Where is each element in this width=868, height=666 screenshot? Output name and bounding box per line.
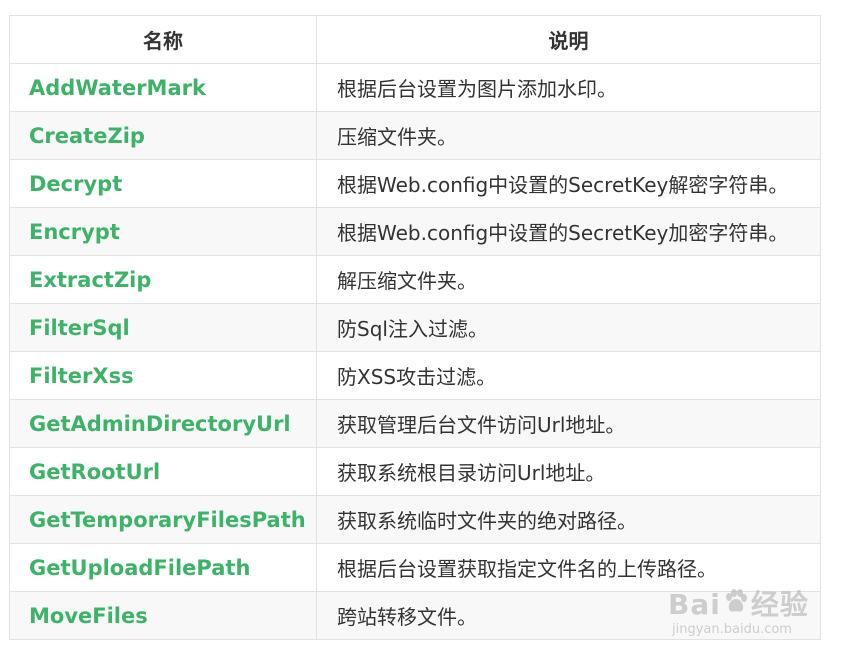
table-row: GetUploadFilePath 根据后台设置获取指定文件名的上传路径。	[9, 543, 821, 592]
method-name-cell: GetRootUrl	[9, 447, 317, 496]
table-row: GetAdminDirectoryUrl 获取管理后台文件访问Url地址。	[9, 399, 821, 448]
table-row: GetTemporaryFilesPath 获取系统临时文件夹的绝对路径。	[9, 495, 821, 544]
method-description-cell: 防XSS攻击过滤。	[316, 351, 821, 400]
method-name-cell: AddWaterMark	[9, 63, 317, 112]
table-row: FilterSql 防Sql注入过滤。	[9, 303, 821, 352]
method-name-cell: Decrypt	[9, 159, 317, 208]
table-row: MoveFiles 跨站转移文件。	[9, 591, 821, 640]
method-name-cell: MoveFiles	[9, 591, 317, 640]
method-description-cell: 解压缩文件夹。	[316, 255, 821, 304]
method-name-cell: GetTemporaryFilesPath	[9, 495, 317, 544]
method-description-cell: 根据Web.config中设置的SecretKey加密字符串。	[316, 207, 821, 256]
table-row: CreateZip 压缩文件夹。	[9, 111, 821, 160]
method-description-cell: 跨站转移文件。	[316, 591, 821, 640]
method-name-cell: CreateZip	[9, 111, 317, 160]
table-row: FilterXss 防XSS攻击过滤。	[9, 351, 821, 400]
method-name-cell: ExtractZip	[9, 255, 317, 304]
method-name-cell: Encrypt	[9, 207, 317, 256]
method-description-cell: 获取系统根目录访问Url地址。	[316, 447, 821, 496]
method-description-table: 名称 说明 AddWaterMark 根据后台设置为图片添加水印。 Create…	[9, 15, 821, 640]
method-description-cell: 压缩文件夹。	[316, 111, 821, 160]
method-name-cell: GetAdminDirectoryUrl	[9, 399, 317, 448]
method-description-cell: 根据后台设置获取指定文件名的上传路径。	[316, 543, 821, 592]
method-description-cell: 获取系统临时文件夹的绝对路径。	[316, 495, 821, 544]
table-row: Decrypt 根据Web.config中设置的SecretKey解密字符串。	[9, 159, 821, 208]
method-name-cell: GetUploadFilePath	[9, 543, 317, 592]
method-description-cell: 获取管理后台文件访问Url地址。	[316, 399, 821, 448]
method-name-cell: FilterXss	[9, 351, 317, 400]
method-description-cell: 防Sql注入过滤。	[316, 303, 821, 352]
method-description-cell: 根据Web.config中设置的SecretKey解密字符串。	[316, 159, 821, 208]
table-row: Encrypt 根据Web.config中设置的SecretKey加密字符串。	[9, 207, 821, 256]
table-row: ExtractZip 解压缩文件夹。	[9, 255, 821, 304]
column-header-description: 说明	[316, 15, 821, 64]
table-header-row: 名称 说明	[9, 15, 821, 64]
column-header-name: 名称	[9, 15, 317, 64]
table-row: GetRootUrl 获取系统根目录访问Url地址。	[9, 447, 821, 496]
method-description-cell: 根据后台设置为图片添加水印。	[316, 63, 821, 112]
method-name-cell: FilterSql	[9, 303, 317, 352]
table-row: AddWaterMark 根据后台设置为图片添加水印。	[9, 63, 821, 112]
